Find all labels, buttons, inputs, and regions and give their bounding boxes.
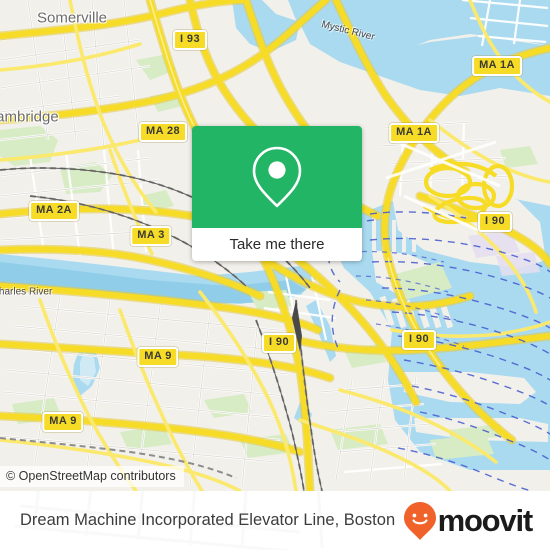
place-label-cambridge: Cambridge (0, 108, 59, 126)
road-shield-ma1a-a: MA 1A (472, 56, 522, 76)
take-me-there-button[interactable]: Take me there (192, 228, 362, 261)
map-pin-icon (252, 146, 302, 208)
road-shield-ma2a: MA 2A (29, 201, 79, 221)
osm-attribution[interactable]: © OpenStreetMap contributors (0, 466, 184, 487)
moovit-pin-icon (403, 501, 436, 540)
road-shield-ma1a-b: MA 1A (389, 123, 439, 143)
road-shield-ma9-b: MA 9 (42, 412, 84, 432)
destination-popup-card[interactable]: Take me there (192, 126, 362, 261)
road-shield-i90-c: I 90 (402, 330, 436, 350)
page-title: Dream Machine Incorporated Elevator Line… (20, 511, 396, 529)
road-shield-i93: I 93 (173, 30, 207, 50)
road-shield-ma9-a: MA 9 (137, 347, 179, 367)
moovit-wordmark: moovit (437, 503, 534, 538)
footer-content: Dream Machine Incorporated Elevator Line… (0, 491, 550, 550)
place-label-somerville: Somerville (36, 9, 108, 27)
road-shield-i90-a: I 90 (478, 212, 512, 232)
road-shield-ma3: MA 3 (130, 226, 172, 246)
footer-bar: Dream Machine Incorporated Elevator Line… (0, 491, 550, 550)
popup-pin-area (192, 126, 362, 228)
take-me-there-label: Take me there (229, 236, 325, 253)
water-label-charles-river: Charles River (0, 286, 53, 298)
road-shield-i90-b: I 90 (262, 333, 296, 353)
map-canvas[interactable]: Somerville Cambridge Mystic River Charle… (0, 0, 550, 491)
moovit-brand[interactable]: moovit (403, 501, 534, 541)
map-screenshot: Somerville Cambridge Mystic River Charle… (0, 0, 550, 550)
road-shield-ma28: MA 28 (139, 122, 187, 142)
